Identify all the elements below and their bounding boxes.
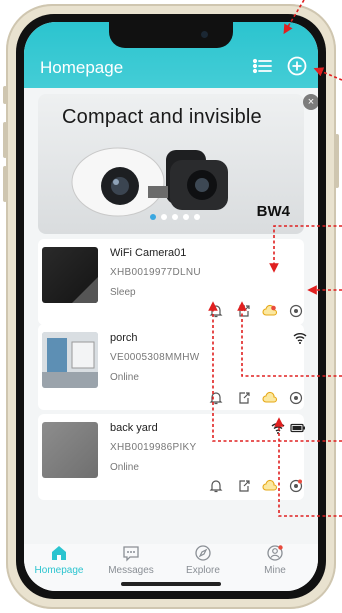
tab-label: Mine (264, 565, 286, 576)
front-camera (201, 31, 208, 38)
settings-icon[interactable] (288, 303, 304, 319)
device-thumbnail[interactable] (42, 247, 98, 303)
tab-label: Explore (186, 565, 220, 576)
volume-up-button (3, 122, 7, 158)
notch (109, 22, 233, 48)
bell-icon[interactable] (208, 303, 224, 319)
close-icon[interactable]: × (303, 94, 318, 110)
tab-messages[interactable]: Messages (96, 544, 166, 576)
device-card[interactable]: WiFi Camera01 XHB0019977DLNU Sleep (38, 239, 304, 325)
phone-frame: Homepage Compact and invisible BW4 × WiF… (3, 4, 339, 609)
share-icon[interactable] (236, 478, 252, 494)
page-dot[interactable] (183, 214, 189, 220)
banner-model: BW4 (256, 203, 290, 220)
device-status: Online (110, 372, 139, 383)
settings-icon[interactable] (288, 478, 304, 494)
device-name: back yard (110, 422, 158, 434)
wifi-icon (293, 333, 307, 344)
thumbnail-image (42, 332, 98, 388)
device-serial: VE0005308MMHW (110, 352, 200, 363)
list-icon[interactable] (250, 54, 276, 78)
share-icon[interactable] (236, 303, 252, 319)
tab-mine[interactable]: Mine (240, 544, 310, 576)
promo-banner[interactable]: Compact and invisible BW4 (38, 94, 304, 234)
phone-bezel: Homepage Compact and invisible BW4 × WiF… (16, 14, 326, 599)
power-button (335, 134, 339, 188)
device-name: porch (110, 332, 138, 344)
user-icon (267, 545, 283, 561)
device-serial: XHB0019977DLNU (110, 267, 201, 278)
device-card[interactable]: porch VE0005308MMHW Online (38, 324, 307, 410)
tab-explore[interactable]: Explore (168, 544, 238, 576)
home-icon (52, 546, 66, 560)
device-thumbnail[interactable] (42, 332, 98, 388)
compass-icon (195, 545, 211, 561)
app-screen: Homepage Compact and invisible BW4 × WiF… (24, 22, 318, 591)
device-status: Online (110, 462, 139, 473)
device-name: WiFi Camera01 (110, 247, 187, 259)
battery-icon (290, 423, 305, 433)
tab-homepage[interactable]: Homepage (24, 544, 94, 576)
cloud-icon[interactable] (262, 303, 278, 319)
settings-icon[interactable] (288, 390, 304, 406)
tab-label: Messages (108, 565, 154, 576)
device-serial: XHB0019986PIKY (110, 442, 197, 453)
wifi-icon (271, 423, 285, 434)
thumbnail-image (72, 277, 98, 303)
mute-switch (3, 86, 7, 104)
page-dot[interactable] (194, 214, 200, 220)
device-thumbnail[interactable] (42, 422, 98, 478)
tab-label: Homepage (34, 565, 84, 576)
page-title: Homepage (40, 58, 124, 77)
page-dot-active[interactable] (150, 214, 156, 220)
bell-icon[interactable] (208, 478, 224, 494)
cloud-icon[interactable] (262, 390, 278, 406)
page-dot[interactable] (161, 214, 167, 220)
page-dot[interactable] (172, 214, 178, 220)
volume-down-button (3, 166, 7, 202)
cloud-icon[interactable] (262, 478, 278, 494)
bell-icon[interactable] (208, 390, 224, 406)
home-indicator (121, 582, 221, 586)
plus-circle-icon[interactable] (284, 54, 310, 78)
device-card[interactable]: back yard XHB0019986PIKY Online (38, 414, 305, 500)
device-status: Sleep (110, 287, 136, 298)
share-icon[interactable] (236, 390, 252, 406)
chat-icon (123, 546, 139, 562)
